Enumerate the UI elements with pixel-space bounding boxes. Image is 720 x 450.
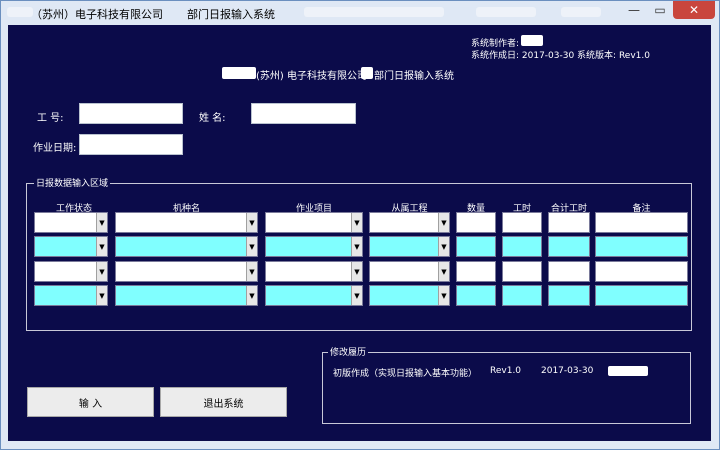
input-remarks[interactable] (595, 236, 688, 257)
work-date-input[interactable] (79, 134, 183, 155)
minimize-icon: — (628, 3, 640, 17)
window-title-suffix: 部门日报输入系统 (187, 8, 275, 21)
close-icon: ✕ (688, 3, 700, 17)
maximize-icon: ▭ (654, 3, 666, 17)
redacted-history-author (608, 366, 648, 376)
input-remarks[interactable] (595, 261, 688, 282)
redacted-company (222, 67, 256, 79)
redacted-text (476, 7, 536, 17)
employee-no-label: 工 号: (37, 113, 64, 124)
minimize-button[interactable]: — (621, 1, 647, 19)
input-hours[interactable] (502, 236, 542, 257)
redacted-dept (361, 67, 373, 79)
name-label: 姓 名: (199, 113, 226, 124)
chevron-down-icon[interactable]: ▼ (351, 213, 362, 232)
window-title-prefix: （苏州）电子科技有限公司 (31, 8, 163, 21)
input-total-hours[interactable] (548, 261, 590, 282)
history-group (322, 352, 691, 424)
input-hours[interactable] (502, 212, 542, 233)
dropdown-model[interactable]: ▼ (115, 212, 258, 233)
input-quantity[interactable] (456, 236, 496, 257)
dropdown-process[interactable]: ▼ (369, 285, 450, 306)
main-form: 系统制作者: 系统作成日: 2017-03-30 系统版本: Rev1.0 (苏… (8, 25, 711, 441)
chevron-down-icon[interactable]: ▼ (351, 237, 362, 256)
window-title: （苏州）电子科技有限公司 部门日报输入系统 (31, 6, 275, 22)
chevron-down-icon[interactable]: ▼ (438, 213, 449, 232)
dropdown-work-item[interactable]: ▼ (265, 212, 363, 233)
dropdown-process[interactable]: ▼ (369, 212, 450, 233)
work-date-label: 作业日期: (33, 143, 77, 154)
chevron-down-icon[interactable]: ▼ (246, 262, 257, 281)
dropdown-status[interactable]: ▼ (34, 236, 108, 257)
history-entry-version: Rev1.0 (490, 366, 522, 376)
chevron-down-icon[interactable]: ▼ (438, 262, 449, 281)
chevron-down-icon[interactable]: ▼ (246, 213, 257, 232)
history-entry-desc: 初版作成（实现日报输入基本功能） (333, 369, 478, 379)
exit-system-button[interactable]: 退出系统 (160, 387, 287, 417)
input-quantity[interactable] (456, 212, 496, 233)
dropdown-work-item[interactable]: ▼ (265, 261, 363, 282)
input-total-hours[interactable] (548, 285, 590, 306)
dropdown-work-item[interactable]: ▼ (265, 236, 363, 257)
close-button[interactable]: ✕ (673, 1, 715, 19)
input-remarks[interactable] (595, 285, 688, 306)
chevron-down-icon[interactable]: ▼ (246, 286, 257, 305)
input-button[interactable]: 输 入 (27, 387, 154, 417)
daily-report-group-title: 日报数据输入区域 (34, 176, 111, 189)
input-hours[interactable] (502, 285, 542, 306)
input-total-hours[interactable] (548, 236, 590, 257)
input-remarks[interactable] (595, 212, 688, 233)
history-group-title: 修改履历 (328, 345, 369, 358)
chevron-down-icon[interactable]: ▼ (438, 286, 449, 305)
dropdown-status[interactable]: ▼ (34, 212, 108, 233)
dropdown-status[interactable]: ▼ (34, 261, 108, 282)
input-quantity[interactable] (456, 261, 496, 282)
name-input[interactable] (251, 103, 356, 124)
chevron-down-icon[interactable]: ▼ (246, 237, 257, 256)
chevron-down-icon[interactable]: ▼ (96, 237, 107, 256)
chevron-down-icon[interactable]: ▼ (96, 286, 107, 305)
chevron-down-icon[interactable]: ▼ (438, 237, 449, 256)
dropdown-process[interactable]: ▼ (369, 236, 450, 257)
header-system-name: 部门日报输入系统 (374, 71, 454, 82)
redacted-text (304, 7, 444, 17)
dropdown-model[interactable]: ▼ (115, 261, 258, 282)
chevron-down-icon[interactable]: ▼ (96, 213, 107, 232)
history-entry-date: 2017-03-30 (541, 366, 594, 376)
header-company: (苏州) 电子科技有限公司 (256, 71, 367, 82)
dropdown-process[interactable]: ▼ (369, 261, 450, 282)
dropdown-model[interactable]: ▼ (115, 236, 258, 257)
maximize-button[interactable]: ▭ (647, 1, 673, 19)
chevron-down-icon[interactable]: ▼ (96, 262, 107, 281)
input-hours[interactable] (502, 261, 542, 282)
dropdown-model[interactable]: ▼ (115, 285, 258, 306)
dropdown-status[interactable]: ▼ (34, 285, 108, 306)
employee-no-input[interactable] (79, 103, 183, 124)
created-info: 系统作成日: 2017-03-30 系统版本: Rev1.0 (471, 51, 650, 61)
redacted-text (561, 7, 601, 17)
title-bar[interactable]: （苏州）电子科技有限公司 部门日报输入系统 — ▭ ✕ (1, 1, 719, 25)
input-quantity[interactable] (456, 285, 496, 306)
input-total-hours[interactable] (548, 212, 590, 233)
chevron-down-icon[interactable]: ▼ (351, 262, 362, 281)
app-window: （苏州）电子科技有限公司 部门日报输入系统 — ▭ ✕ 系统制作者: 系统作成日:… (0, 0, 720, 450)
dropdown-work-item[interactable]: ▼ (265, 285, 363, 306)
chevron-down-icon[interactable]: ▼ (351, 286, 362, 305)
redacted-author (521, 35, 543, 46)
redacted-text (7, 7, 33, 17)
